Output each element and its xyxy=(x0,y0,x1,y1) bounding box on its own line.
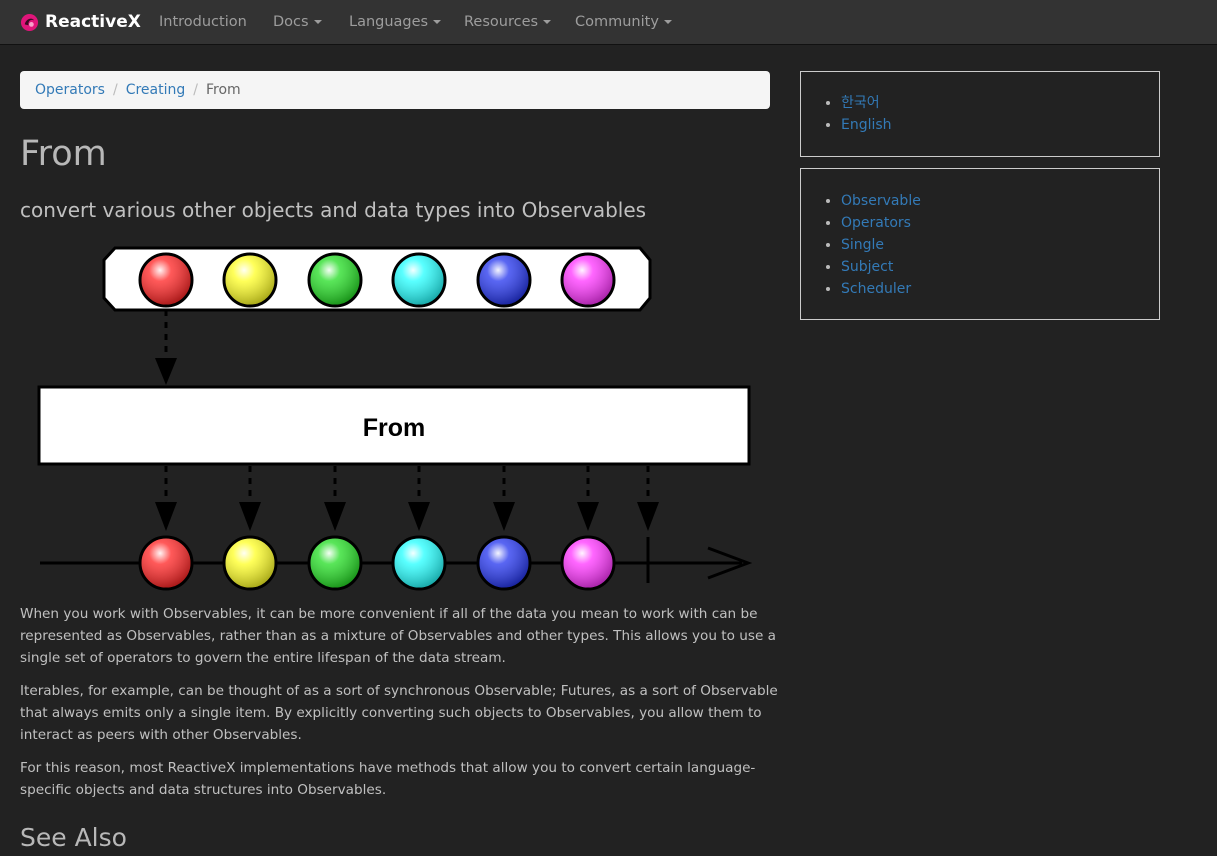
chevron-down-icon xyxy=(313,20,322,24)
breadcrumb-separator: / xyxy=(193,82,198,98)
topics-list: Observable Operators Single Subject Sche… xyxy=(801,190,1159,300)
output-arrows xyxy=(155,466,659,531)
nav-resources-dropdown[interactable]: Resources xyxy=(464,0,552,44)
output-marble-3 xyxy=(307,535,363,591)
list-item: Subject xyxy=(841,256,1159,278)
language-link-english[interactable]: English xyxy=(841,117,892,133)
topics-panel: Observable Operators Single Subject Sche… xyxy=(800,168,1160,320)
language-panel: 한국어 English xyxy=(800,71,1160,157)
brand-name: ReactiveX xyxy=(45,12,141,32)
output-marble-2 xyxy=(222,535,278,591)
language-link-korean[interactable]: 한국어 xyxy=(841,95,880,111)
output-marble-5 xyxy=(476,535,532,591)
source-marble-4 xyxy=(391,252,447,308)
chevron-down-icon xyxy=(663,20,672,24)
nav-community-label: Community xyxy=(575,14,659,30)
list-item: Operators xyxy=(841,212,1159,234)
from-marble-diagram: From xyxy=(37,246,753,591)
breadcrumb-link-operators[interactable]: Operators xyxy=(35,82,105,98)
list-item: Observable xyxy=(841,190,1159,212)
nav-community-dropdown[interactable]: Community xyxy=(575,0,672,44)
source-marble-3 xyxy=(307,252,363,308)
output-arrow-head-5 xyxy=(493,502,515,531)
breadcrumb-separator: / xyxy=(112,82,118,98)
page-subtitle: convert various other objects and data t… xyxy=(20,198,647,222)
output-marble-1 xyxy=(138,535,194,591)
top-navbar: ReactiveX Introduction Docs Languages Re… xyxy=(0,0,1217,45)
nav-introduction-label: Introduction xyxy=(159,14,247,30)
output-arrow-head-6 xyxy=(577,502,599,531)
output-marble-6 xyxy=(560,535,616,591)
source-arrow-head xyxy=(155,358,177,385)
source-marble-1 xyxy=(138,252,194,308)
paragraph-3: For this reason, most ReactiveX implemen… xyxy=(20,760,756,798)
chevron-down-icon xyxy=(543,20,552,24)
breadcrumb-link-creating[interactable]: Creating xyxy=(126,82,186,98)
sidebar-link-scheduler[interactable]: Scheduler xyxy=(841,281,911,297)
nav-resources-label: Resources xyxy=(464,14,539,30)
nav-docs-label: Docs xyxy=(273,14,309,30)
paragraph-2: Iterables, for example, can be thought o… xyxy=(20,683,778,743)
source-marble-2 xyxy=(222,252,278,308)
output-arrow-head-2 xyxy=(239,502,261,531)
nav-introduction[interactable]: Introduction xyxy=(159,0,247,44)
output-arrow-head-7 xyxy=(637,502,659,531)
list-item: 한국어 xyxy=(841,92,1159,114)
output-marble-4 xyxy=(391,535,447,591)
sidebar-link-subject[interactable]: Subject xyxy=(841,259,893,275)
list-item: Single xyxy=(841,234,1159,256)
list-item: Scheduler xyxy=(841,278,1159,300)
paragraph-1: When you work with Observables, it can b… xyxy=(20,606,776,666)
operator-label: From xyxy=(363,414,426,442)
page-title: From xyxy=(20,134,107,174)
output-arrow-head-1 xyxy=(155,502,177,531)
breadcrumb-current: From xyxy=(205,82,241,98)
sidebar-link-observable[interactable]: Observable xyxy=(841,193,921,209)
reactivex-logo-icon xyxy=(20,13,39,31)
brand-link[interactable]: ReactiveX xyxy=(20,0,141,44)
nav-languages-dropdown[interactable]: Languages xyxy=(349,0,442,44)
source-marble-6 xyxy=(560,252,616,308)
source-marble-5 xyxy=(476,252,532,308)
list-item: English xyxy=(841,114,1159,136)
language-list: 한국어 English xyxy=(801,92,1159,136)
sidebar-link-operators[interactable]: Operators xyxy=(841,215,911,231)
nav-languages-label: Languages xyxy=(349,14,429,30)
chevron-down-icon xyxy=(433,20,442,24)
sidebar-link-single[interactable]: Single xyxy=(841,237,884,253)
output-arrow-head-3 xyxy=(324,502,346,531)
nav-docs-dropdown[interactable]: Docs xyxy=(273,0,322,44)
breadcrumb: Operators / Creating / From xyxy=(20,71,770,109)
output-arrow-head-4 xyxy=(408,502,430,531)
see-also-heading: See Also xyxy=(20,823,127,852)
